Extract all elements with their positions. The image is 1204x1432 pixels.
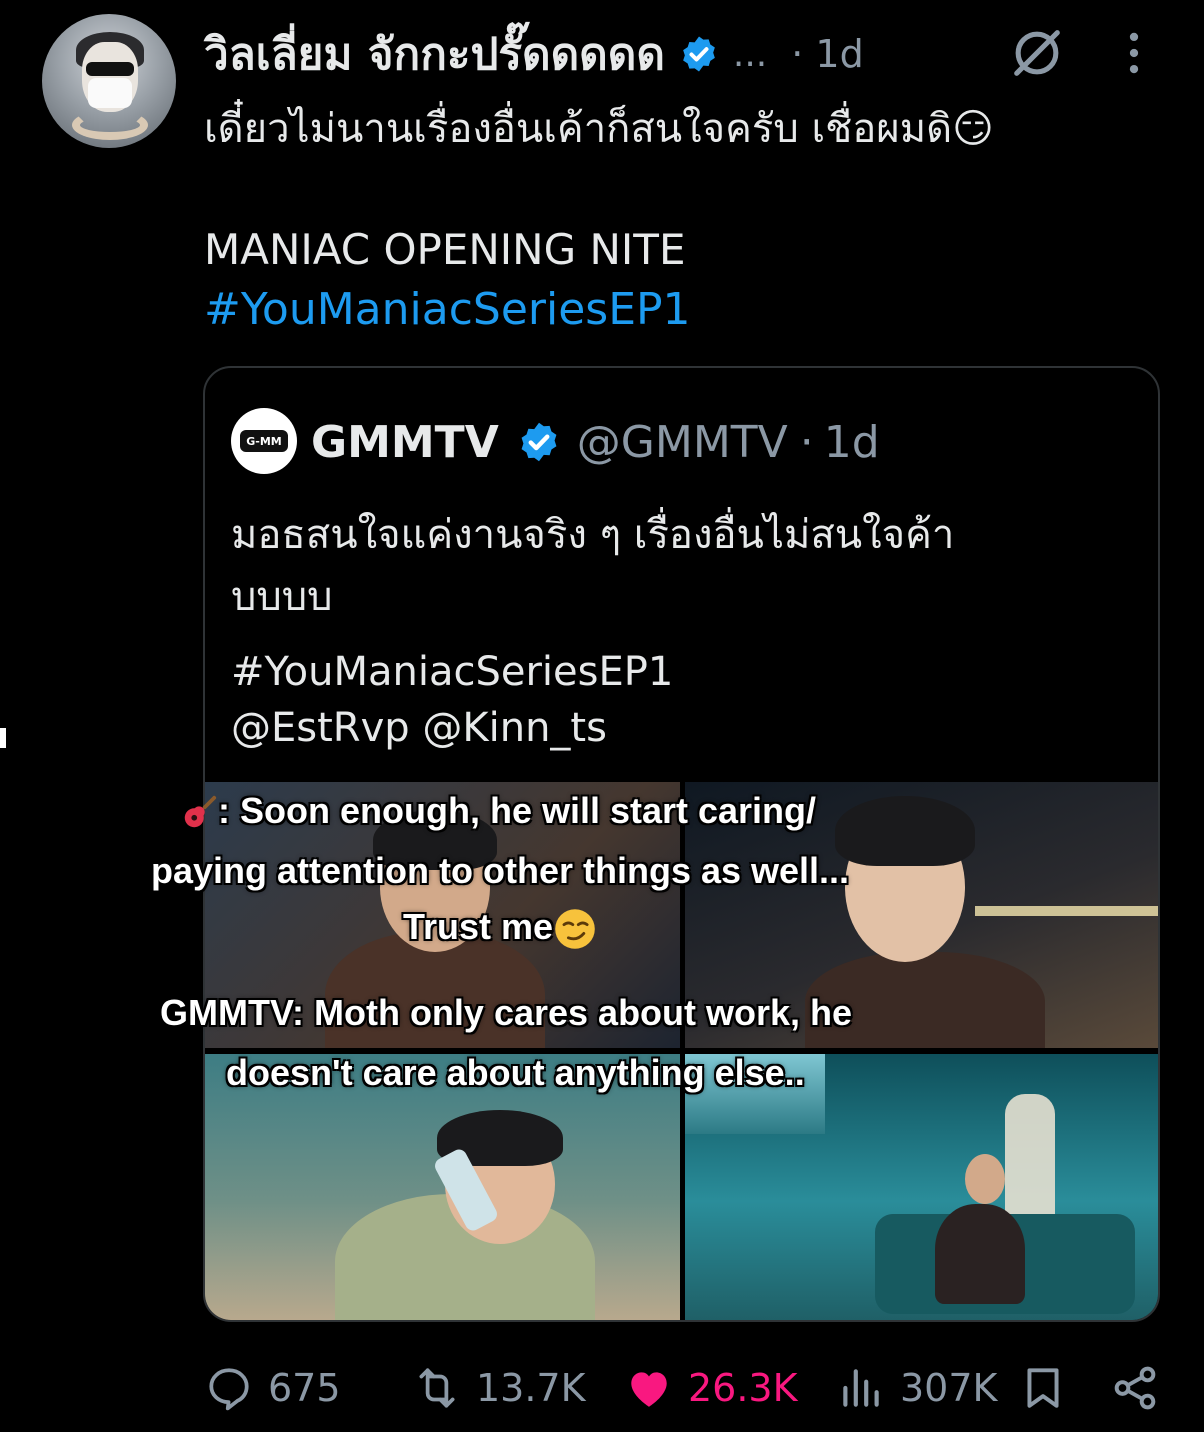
- quoted-text: มอธสนใจแค่งานจริง ๆ เรื่องอื่นไม่สนใจค้า…: [231, 504, 954, 628]
- gmmtv-logo: G-MM: [240, 430, 288, 452]
- figure-hair: [835, 796, 975, 866]
- quoted-timestamp: 1d: [823, 416, 880, 468]
- avatar-sunglasses: [86, 62, 134, 76]
- verified-badge-icon: [683, 36, 715, 72]
- post-hashtag-link[interactable]: #YouManiacSeriesEP1: [204, 280, 691, 340]
- repost-icon: [419, 1368, 455, 1408]
- name-truncation: ...: [732, 33, 768, 75]
- caption-line-5: doesn't care about anything else..: [226, 1052, 805, 1093]
- avatar-headphones: [72, 110, 148, 140]
- quoted-mentions[interactable]: @EstRvp @Kinn_ts: [231, 698, 607, 758]
- caption-line-4: GMMTV: Moth only cares about work, he: [160, 992, 853, 1033]
- caption-line-2: paying attention to other things as well…: [151, 850, 850, 891]
- caption-line-1: : Soon enough, he will start caring/: [180, 790, 816, 832]
- heart-icon: [631, 1372, 667, 1407]
- views-icon: [843, 1369, 879, 1407]
- grok-icon[interactable]: [1008, 24, 1066, 82]
- smirk-emoji-icon: [555, 909, 595, 950]
- avatar-mask: [88, 78, 132, 108]
- like-button[interactable]: 26.3K: [624, 1356, 798, 1420]
- like-count: 26.3K: [688, 1366, 798, 1410]
- reply-button[interactable]: 675: [204, 1356, 341, 1420]
- quoted-header: GMMTV @GMMTV · 1d: [311, 412, 880, 472]
- quoted-post[interactable]: G-MM GMMTV @GMMTV · 1d มอธสนใจแค่งานจริง…: [203, 366, 1160, 1322]
- media-image-4[interactable]: [685, 1054, 1158, 1320]
- figure-body: [935, 1204, 1025, 1304]
- guitar-icon: [184, 796, 217, 828]
- bookmark-icon: [1027, 1368, 1059, 1408]
- quoted-text-line1: มอธสนใจแค่งานจริง ๆ เรื่องอื่นไม่สนใจค้า: [231, 512, 955, 558]
- quoted-hashtag[interactable]: #YouManiacSeriesEP1: [231, 642, 673, 702]
- quoted-handle[interactable]: @GMMTV: [577, 417, 788, 468]
- author-avatar[interactable]: [42, 14, 176, 148]
- more-options-icon[interactable]: [1122, 30, 1146, 76]
- repost-button[interactable]: 13.7K: [412, 1356, 586, 1420]
- quoted-text-line2: บบบบ: [231, 574, 333, 620]
- lamp: [1005, 1094, 1055, 1234]
- quoted-display-name[interactable]: GMMTV: [311, 417, 499, 468]
- reply-icon: [209, 1368, 249, 1411]
- media-image-3[interactable]: [205, 1054, 680, 1320]
- caption-line-3: Trust me: [403, 906, 597, 951]
- repost-count: 13.7K: [476, 1366, 586, 1410]
- bookmark-button[interactable]: [1018, 1356, 1082, 1420]
- edge-artifact: [0, 728, 6, 748]
- post-header: วิลเลี่ยม จักกะปรั๊ดดดดด ... · 1d: [204, 26, 864, 82]
- figure-head: [965, 1154, 1005, 1204]
- views-count: 307K: [900, 1366, 998, 1410]
- light-strip: [975, 906, 1158, 916]
- views-button[interactable]: 307K: [836, 1356, 997, 1420]
- quoted-verified-badge-icon: [521, 422, 557, 462]
- action-bar: 675 13.7K 26.3K 307K: [0, 1356, 1204, 1420]
- post-text-line1: เดี๋ยวไม่นานเรื่องอื่นเค้าก็สนใจครับ เชื…: [204, 106, 994, 152]
- quoted-avatar[interactable]: G-MM: [231, 408, 297, 474]
- share-button[interactable]: [1110, 1356, 1174, 1420]
- quoted-separator: ·: [799, 416, 814, 468]
- reply-count: 675: [268, 1366, 341, 1410]
- author-display-name[interactable]: วิลเลี่ยม จักกะปรั๊ดดดดด: [204, 19, 665, 89]
- share-icon: [1114, 1366, 1156, 1410]
- post-text-line2: MANIAC OPENING NITE: [204, 225, 686, 274]
- post-timestamp[interactable]: · 1d: [791, 32, 863, 76]
